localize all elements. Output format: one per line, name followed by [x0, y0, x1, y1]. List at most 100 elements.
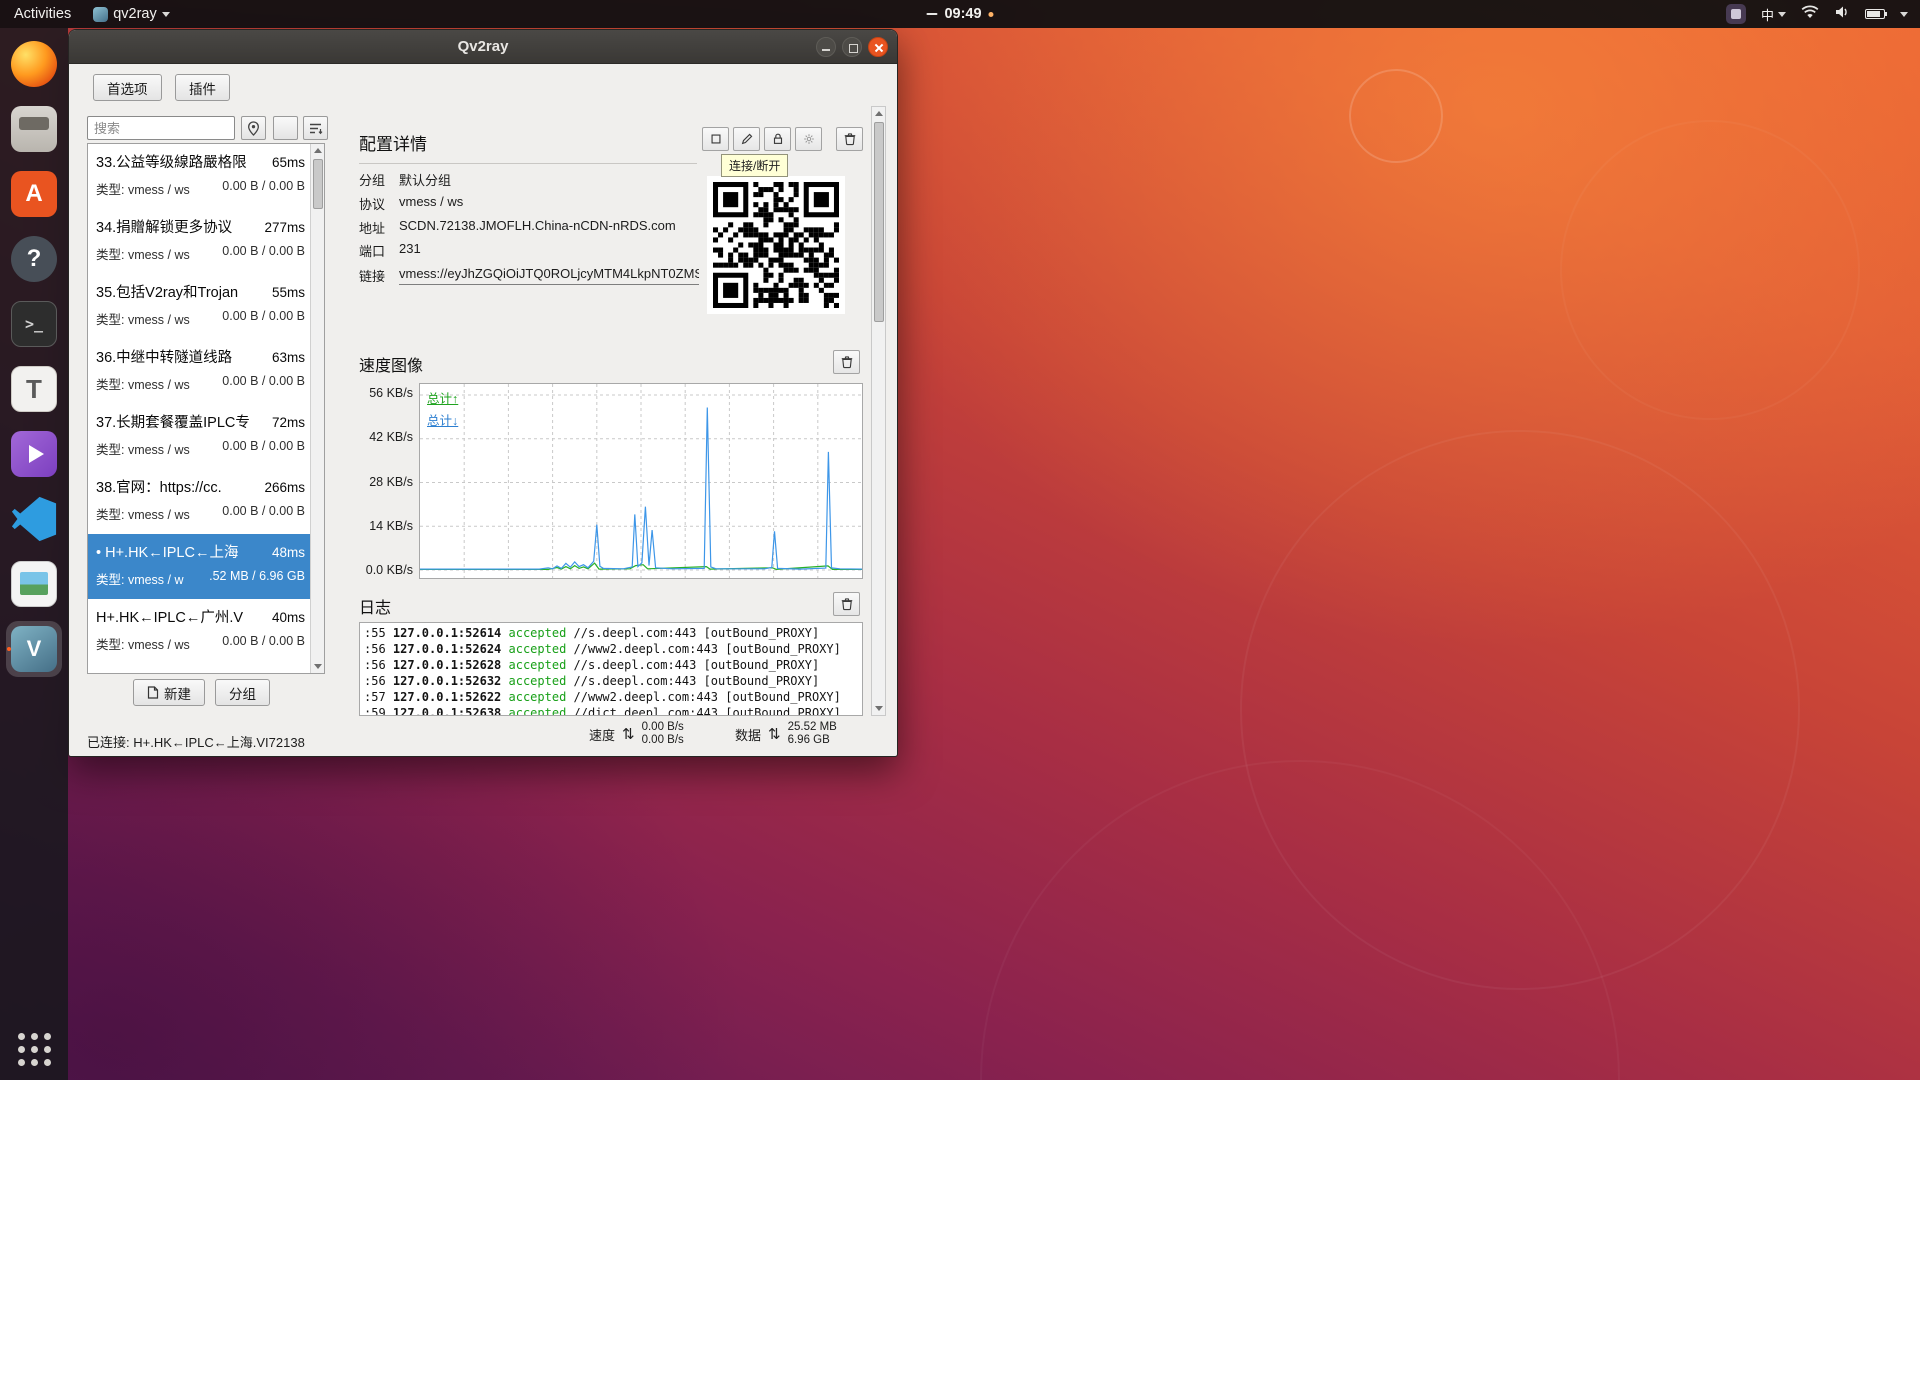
clock[interactable]: 09:49	[926, 0, 993, 28]
sort-button[interactable]	[303, 116, 328, 140]
speed-chart	[419, 383, 863, 579]
legend-total-upload[interactable]: 总计↑	[427, 388, 458, 407]
server-list-scrollbar[interactable]	[310, 144, 324, 673]
server-list-item[interactable]: H+.HK←IPLC←广州.V40ms类型: vmess / ws0.00 B …	[88, 599, 311, 664]
show-applications-button[interactable]	[18, 1033, 51, 1066]
edit-json-button[interactable]	[764, 127, 791, 151]
clear-graph-button[interactable]	[833, 350, 860, 374]
server-traffic: 0.00 B / 0.00 B	[222, 374, 305, 393]
disconnect-button[interactable]	[702, 127, 729, 151]
field-label-group: 分组	[359, 170, 395, 189]
server-latency: 72ms	[272, 415, 305, 430]
trash-icon	[843, 132, 857, 146]
divider	[359, 163, 697, 164]
server-list-item[interactable]: 35.包括V2ray和Trojan55ms类型: vmess / ws0.00 …	[88, 274, 311, 339]
ubuntu-software-glyph: A	[11, 171, 57, 217]
scroll-down-arrow-icon[interactable]	[311, 660, 324, 673]
file-manager-icon[interactable]	[6, 101, 62, 157]
scroll-up-arrow-icon[interactable]	[872, 107, 885, 120]
server-list-item[interactable]: H+.HK←IPLC←	[88, 664, 311, 674]
new-config-label: 新建	[164, 683, 191, 703]
y-tick-label: 42 KB/s	[369, 430, 413, 444]
legend-total-download[interactable]: 总计↓	[427, 410, 458, 429]
ubuntu-dock: A? >_ T V	[0, 28, 68, 1080]
tray-app-icon[interactable]	[1726, 4, 1746, 24]
input-method-indicator[interactable]: 中	[1761, 5, 1786, 24]
details-pane-scrollbar[interactable]	[871, 106, 886, 716]
clock-label: 09:49	[944, 6, 981, 22]
server-list-item[interactable]: 34.捐贈解锁更多协议277ms类型: vmess / ws0.00 B / 0…	[88, 209, 311, 274]
settings-button[interactable]	[795, 127, 822, 151]
qv2ray-icon[interactable]: V	[6, 621, 62, 677]
trash-icon	[840, 355, 854, 369]
plugins-button[interactable]: 插件	[175, 74, 230, 101]
clear-log-button[interactable]	[833, 592, 860, 616]
scroll-up-arrow-icon[interactable]	[311, 144, 324, 157]
file-transfer-icon[interactable]	[6, 426, 62, 482]
maximize-button[interactable]	[842, 37, 862, 57]
server-list-item[interactable]: 36.中继中转隧道线路63ms类型: vmess / ws0.00 B / 0.…	[88, 339, 311, 404]
qr-code	[707, 176, 845, 314]
app-menu-icon	[93, 7, 108, 22]
server-traffic: 0.00 B / 0.00 B	[222, 244, 305, 263]
server-title: H+.HK←IPLC←广州.V	[96, 606, 268, 627]
media-indicator-icon	[926, 13, 937, 16]
field-label-protocol: 协议	[359, 194, 395, 213]
server-title: 34.捐贈解锁更多协议	[96, 216, 260, 237]
preferences-button[interactable]: 首选项	[93, 74, 162, 101]
minimize-button[interactable]	[816, 37, 836, 57]
server-list-item[interactable]: 33.公益等级線路嚴格限65ms类型: vmess / ws0.00 B / 0…	[88, 144, 311, 209]
server-latency: 48ms	[272, 545, 305, 560]
terminal-icon[interactable]: >_	[6, 296, 62, 352]
server-list-item[interactable]: 37.长期套餐覆盖IPLC专72ms类型: vmess / ws0.00 B /…	[88, 404, 311, 469]
server-traffic: 0.00 B / 0.00 B	[222, 309, 305, 328]
battery-icon[interactable]	[1865, 9, 1885, 19]
server-title: 36.中继中转隧道线路	[96, 346, 268, 367]
server-traffic: 0.00 B / 0.00 B	[222, 179, 305, 198]
log-line: :57 127.0.0.1:52622 accepted //www2.deep…	[364, 689, 858, 705]
app-menu[interactable]: qv2ray	[93, 6, 170, 22]
log-line: :56 127.0.0.1:52628 accepted //s.deepl.c…	[364, 657, 858, 673]
volume-icon[interactable]	[1834, 5, 1850, 23]
y-tick-label: 0.0 KB/s	[366, 563, 413, 577]
scrollbar-thumb[interactable]	[874, 122, 884, 322]
data-status: 数据 25.52 MB 6.96 GB	[735, 721, 837, 747]
close-button[interactable]	[868, 37, 888, 57]
window-titlebar[interactable]: Qv2ray	[69, 30, 897, 64]
file-transfer-glyph	[11, 431, 57, 477]
activities-button[interactable]: Activities	[14, 6, 71, 22]
details-heading: 配置详情	[359, 130, 427, 155]
new-config-button[interactable]: 新建	[133, 679, 205, 706]
image-viewer-icon[interactable]	[6, 556, 62, 612]
search-input[interactable]	[87, 116, 235, 140]
group-button[interactable]: 分组	[215, 679, 270, 706]
ubuntu-software-icon[interactable]: A	[6, 166, 62, 222]
help-icon[interactable]: ?	[6, 231, 62, 287]
speed-status: 速度 0.00 B/s 0.00 B/s	[589, 721, 684, 747]
log-heading: 日志	[359, 594, 391, 618]
server-traffic: 0.00 B / 0.00 B	[222, 439, 305, 458]
data-label: 数据	[735, 725, 761, 744]
server-list-item[interactable]: • H+.HK←IPLC←上海48ms类型: vmess / w.52 MB /…	[88, 534, 311, 599]
server-list: 33.公益等级線路嚴格限65ms类型: vmess / ws0.00 B / 0…	[87, 143, 325, 674]
firefox-icon[interactable]	[6, 36, 62, 92]
server-latency: 277ms	[264, 220, 305, 235]
edit-config-button[interactable]	[733, 127, 760, 151]
share-link-field[interactable]: vmess://eyJhZGQiOiJTQ0ROLjcyMTM4LkpNT0ZM…	[399, 266, 699, 285]
app-menu-label: qv2ray	[113, 6, 157, 22]
wifi-icon[interactable]	[1801, 5, 1819, 23]
trash-icon	[840, 597, 854, 611]
text-editor-icon[interactable]: T	[6, 361, 62, 417]
input-method-label: 中	[1761, 5, 1774, 24]
latency-test-button[interactable]	[241, 116, 266, 140]
server-list-item[interactable]: 38.官网：https://cc.266ms类型: vmess / ws0.00…	[88, 469, 311, 534]
blank-tool-button[interactable]	[273, 116, 298, 140]
server-type: 类型: vmess / ws	[96, 309, 190, 328]
scrollbar-thumb[interactable]	[313, 159, 323, 209]
vscode-icon[interactable]	[6, 491, 62, 547]
scroll-down-arrow-icon[interactable]	[872, 702, 885, 715]
field-value-address: SCDN.72138.JMOFLH.China-nCDN-nRDS.com	[399, 218, 699, 233]
system-menu-chevron-icon[interactable]	[1900, 12, 1908, 17]
up-down-arrows-icon	[622, 725, 635, 743]
delete-config-button[interactable]	[836, 127, 863, 151]
